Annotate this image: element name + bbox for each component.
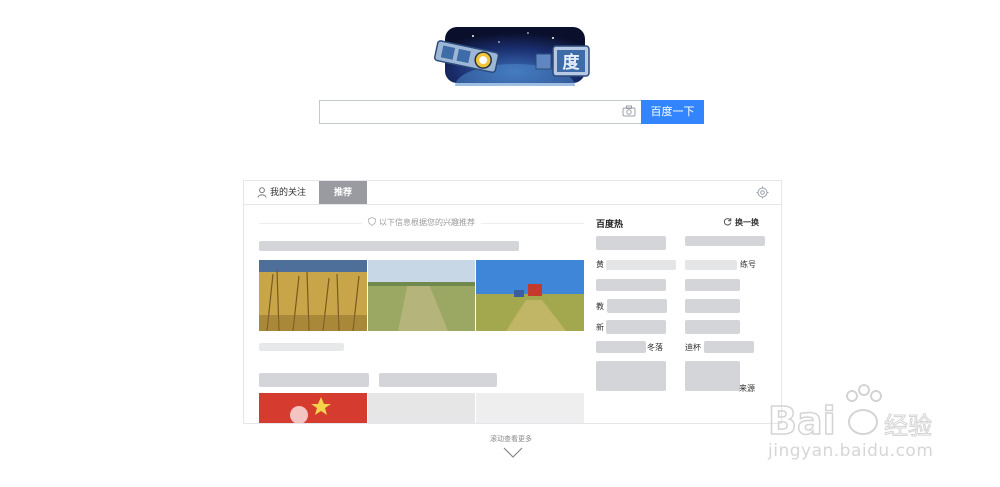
shield-icon — [368, 217, 376, 226]
tab-label: 推荐 — [333, 187, 352, 197]
news-source-blurred — [259, 343, 344, 351]
user-icon — [257, 187, 267, 198]
hot-item-blurred[interactable] — [596, 341, 646, 353]
watermark-url: jingyan.baidu.com — [768, 441, 934, 461]
hot-item-blurred[interactable] — [685, 320, 740, 334]
hot-item[interactable]: 新 — [596, 322, 604, 334]
hint-text: 以下信息根据您的兴趣推荐 — [379, 218, 475, 227]
hot-item-blurred[interactable] — [685, 361, 740, 391]
hot-item-blurred[interactable] — [685, 299, 740, 313]
recommend-hint: 以下信息根据您的兴趣推荐 — [362, 216, 481, 230]
refresh-label: 换一换 — [735, 218, 759, 227]
svg-text:Bai: Bai — [768, 399, 836, 443]
baidu-doodle-logo[interactable]: 度 — [433, 24, 593, 108]
news-image-flag[interactable] — [259, 393, 367, 423]
hot-item-blurred[interactable] — [685, 236, 765, 246]
hot-list-title: 百度热 — [596, 219, 624, 229]
refresh-button[interactable]: 换一换 — [723, 216, 759, 230]
chevron-down-icon[interactable] — [503, 447, 523, 459]
search-button[interactable]: 百度一下 — [641, 100, 704, 124]
tab-label: 我的关注 — [270, 187, 307, 197]
refresh-icon — [723, 218, 732, 226]
svg-text:经验: 经验 — [884, 412, 932, 440]
hot-item-blurred[interactable] — [685, 279, 740, 291]
news-image-field[interactable] — [368, 260, 475, 331]
hot-item[interactable]: 迪杯 — [685, 342, 701, 354]
tab-my-follow[interactable]: 我的关注 — [244, 181, 319, 204]
hot-item[interactable]: 冬落 — [647, 342, 663, 354]
news-image-3[interactable] — [476, 393, 584, 423]
news-image-harvester[interactable] — [476, 260, 584, 331]
scroll-more-text: 滚动查看更多 — [490, 436, 532, 443]
tab-recommend[interactable]: 推荐 — [319, 181, 367, 204]
hot-item-blurred[interactable] — [596, 236, 666, 250]
news-image-wheat[interactable] — [259, 260, 367, 331]
gear-icon[interactable] — [756, 186, 769, 199]
tab-bar: 我的关注 推荐 — [244, 181, 781, 205]
search-input[interactable] — [319, 100, 641, 124]
news-title-blurred[interactable] — [259, 241, 519, 251]
feed-panel: 我的关注 推荐 以下信息根据您的兴趣推荐 百度热 换一换 黄 练号 教 新 冬落… — [243, 180, 782, 424]
news-title-blurred[interactable] — [259, 373, 369, 387]
hot-item-blurred[interactable] — [606, 260, 676, 270]
search-bar: 百度一下 — [319, 100, 704, 124]
camera-icon[interactable] — [622, 105, 636, 117]
news-title-blurred[interactable] — [379, 373, 497, 387]
hot-item-blurred[interactable] — [596, 279, 666, 291]
hot-item[interactable]: 教 — [596, 301, 604, 313]
hot-item[interactable]: 练号 — [740, 259, 756, 271]
hot-item[interactable]: 黄 — [596, 259, 604, 271]
hot-item-blurred[interactable] — [596, 361, 666, 391]
news-image-2[interactable] — [368, 393, 475, 423]
hot-item[interactable]: 来源 — [739, 383, 755, 395]
hot-item-blurred[interactable] — [704, 341, 754, 353]
hot-item-blurred[interactable] — [607, 299, 667, 313]
hot-item-blurred[interactable] — [685, 260, 737, 270]
svg-text:度: 度 — [563, 52, 581, 73]
hot-item-blurred[interactable] — [606, 320, 666, 334]
